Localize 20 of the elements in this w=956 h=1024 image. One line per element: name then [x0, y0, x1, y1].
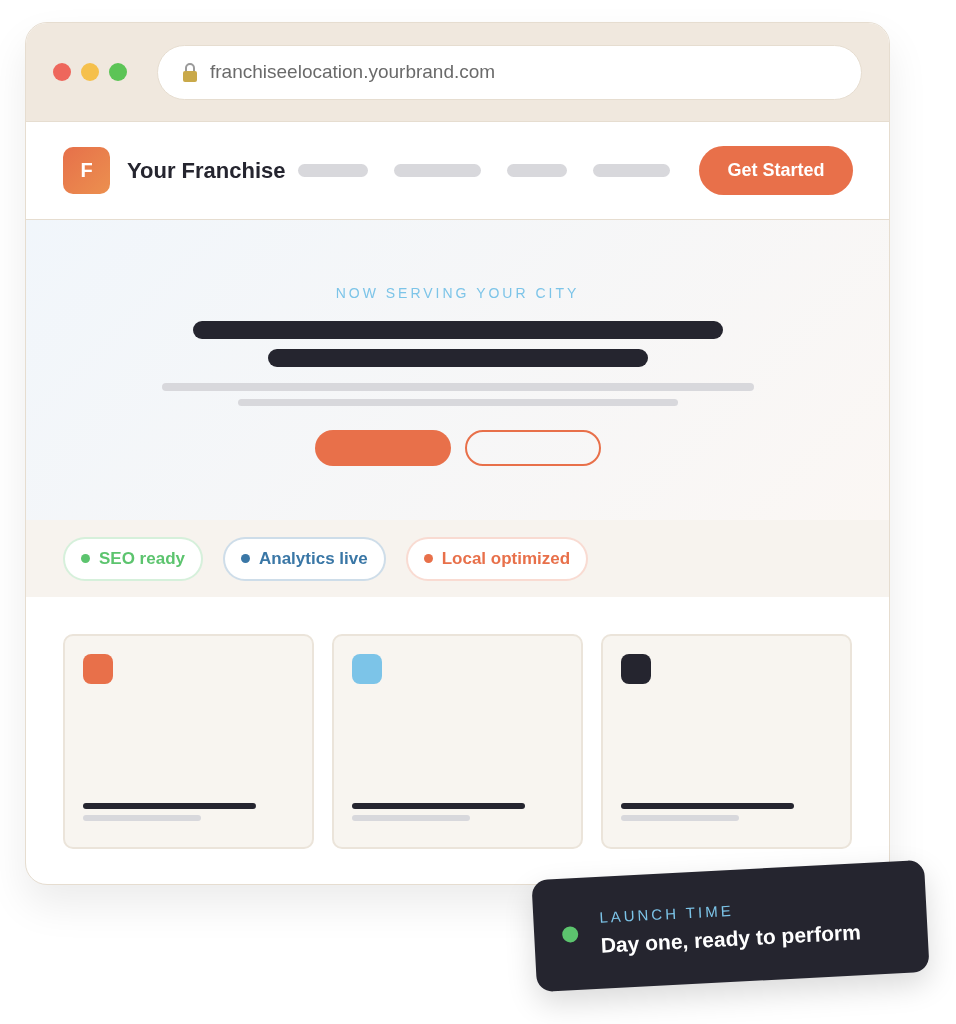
hero-eyebrow: NOW SERVING YOUR CITY [335, 285, 580, 301]
status-dot [561, 926, 579, 943]
launch-label: LAUNCH TIME [598, 900, 735, 926]
brand-name: Your Franchise [127, 157, 286, 184]
get-started-button[interactable]: Get Started [699, 146, 853, 195]
close-icon[interactable] [53, 63, 71, 81]
badge-label: Analytics live [259, 548, 368, 569]
nav-link-placeholder[interactable] [506, 164, 567, 177]
maximize-icon[interactable] [109, 63, 127, 81]
badge-label: SEO ready [99, 548, 185, 569]
address-bar[interactable]: franchiseelocation.yourbrand.com [157, 44, 862, 100]
lock-icon [182, 62, 198, 82]
logo-icon: F [63, 147, 110, 194]
nav-link-placeholder[interactable] [297, 164, 368, 177]
primary-button[interactable] [314, 430, 451, 466]
secondary-button[interactable] [464, 430, 601, 466]
badge-label: Local optimized [441, 548, 571, 569]
minimize-icon[interactable] [81, 63, 99, 81]
nav-link-placeholder[interactable] [592, 164, 670, 177]
nav-link-placeholder[interactable] [393, 164, 481, 177]
